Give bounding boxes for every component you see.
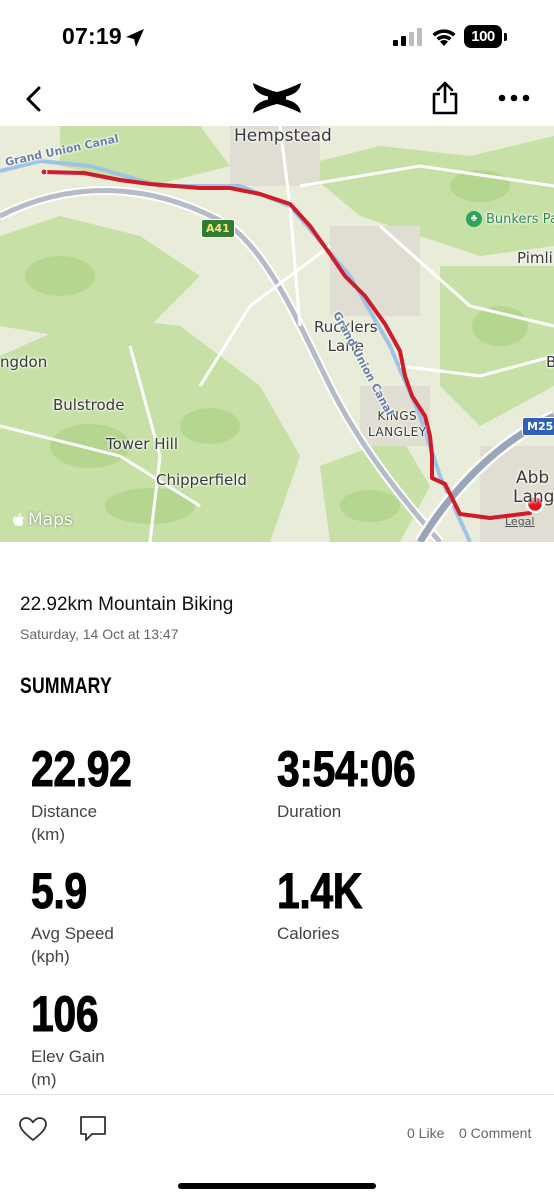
battery-level: 100 xyxy=(464,25,502,48)
nav-bar xyxy=(0,72,554,126)
status-bar: 07:19 100 xyxy=(0,0,554,72)
stat-value: 3:54:06 xyxy=(277,741,417,797)
status-time: 07:19 xyxy=(62,23,122,49)
home-indicator[interactable] xyxy=(178,1183,376,1189)
map-label-bunkers-park: Bunkers Pa xyxy=(486,212,554,227)
legal-link[interactable]: Legal xyxy=(505,515,534,528)
map-label-bulstrode: Bulstrode xyxy=(53,396,125,414)
stat-distance: 22.92 Distance (km) xyxy=(31,742,261,846)
under-armour-logo xyxy=(253,83,301,113)
workout-title: 22.92km Mountain Biking xyxy=(20,594,234,615)
stat-label: Avg Speed (kph) xyxy=(31,924,114,966)
wifi-icon xyxy=(432,29,456,46)
apple-maps-watermark: Maps xyxy=(12,510,73,530)
action-bar: 0 Like 0 Comment xyxy=(0,1094,554,1200)
share-icon[interactable] xyxy=(429,80,461,116)
like-count[interactable]: 0 Like xyxy=(407,1125,444,1141)
stat-calories: 1.4K Calories xyxy=(277,864,507,945)
cellular-signal-icon xyxy=(393,28,422,46)
stat-value: 106 xyxy=(31,986,99,1042)
stat-value: 1.4K xyxy=(277,863,363,919)
stat-duration: 3:54:06 Duration xyxy=(277,742,507,823)
apple-logo-icon xyxy=(13,513,24,526)
stat-value: 5.9 xyxy=(31,863,88,919)
map-label-pimlico: Pimli xyxy=(517,249,553,267)
road-badge-m25: M25 xyxy=(522,417,554,436)
map-label-tower-hill: Tower Hill xyxy=(106,435,179,453)
maps-watermark-text: Maps xyxy=(28,510,73,530)
stat-label: Duration xyxy=(277,802,342,821)
stat-avg-speed: 5.9 Avg Speed (kph) xyxy=(31,864,261,968)
stat-label: Calories xyxy=(277,924,340,943)
battery-icon: 100 xyxy=(464,25,508,49)
map-background xyxy=(0,126,554,542)
chevron-left-icon[interactable] xyxy=(20,84,48,114)
road-badge-a41: A41 xyxy=(201,219,235,238)
map-label-hempstead: Hempstead xyxy=(234,126,332,146)
stat-label: Elev Gain (m) xyxy=(31,1047,105,1089)
map-label-kings-langley: KINGS LANGLEY xyxy=(368,409,427,439)
stat-value: 22.92 xyxy=(31,741,133,797)
comment-icon[interactable] xyxy=(78,1113,108,1143)
map-label-chipperfield: Chipperfield xyxy=(156,471,247,489)
more-icon[interactable] xyxy=(497,92,531,104)
location-arrow-icon xyxy=(126,29,144,47)
stat-elev-gain: 106 Elev Gain (m) xyxy=(31,987,261,1091)
map-label-abbots: Abb xyxy=(516,468,550,488)
park-icon: ♣ xyxy=(466,211,482,227)
workout-date: Saturday, 14 Oct at 13:47 xyxy=(20,626,179,642)
route-map[interactable]: Hempstead Bunkers Pa Pimli Rucklers Lane… xyxy=(0,126,554,542)
stat-label: Distance (km) xyxy=(31,802,98,844)
map-label-b: B xyxy=(546,353,554,371)
comment-count[interactable]: 0 Comment xyxy=(459,1125,531,1141)
heart-icon[interactable] xyxy=(18,1115,48,1143)
map-label-ngdon: ngdon xyxy=(0,353,48,371)
summary-heading: SUMMARY xyxy=(20,673,112,698)
map-label-langley: Lang xyxy=(513,487,554,507)
